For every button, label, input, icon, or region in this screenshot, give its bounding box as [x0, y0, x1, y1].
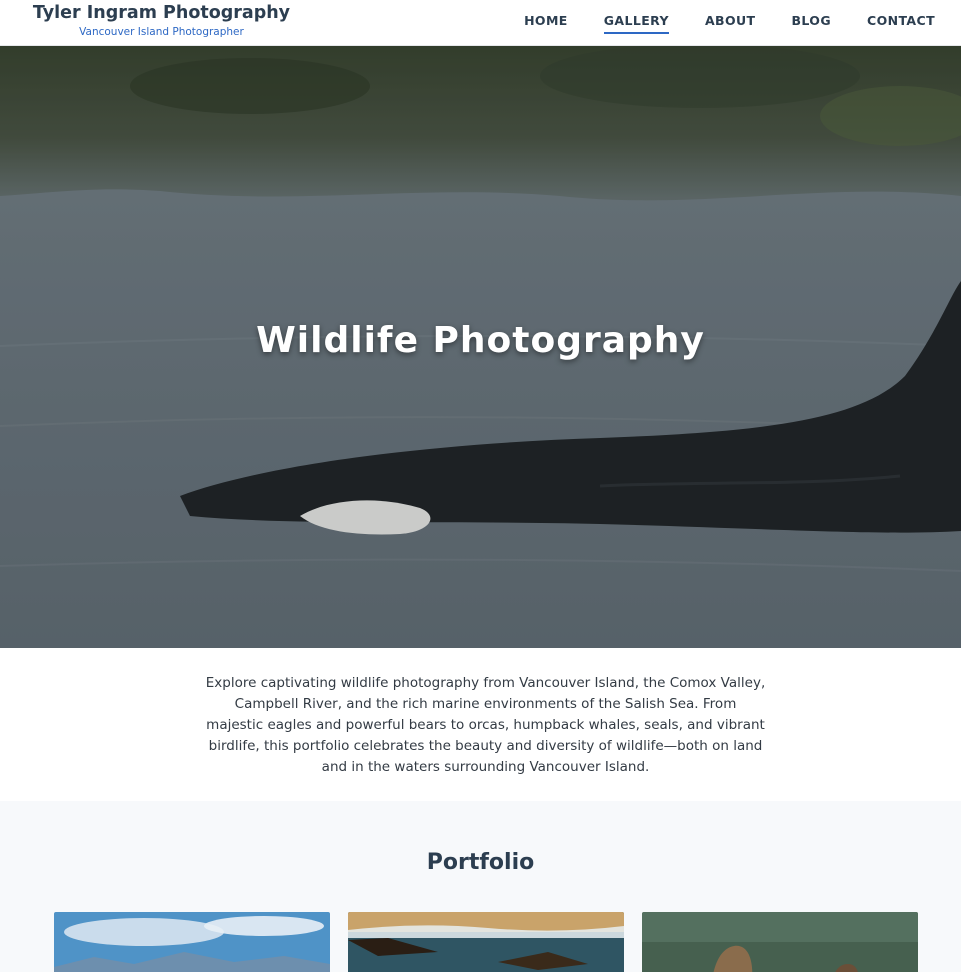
nav-gallery[interactable]: GALLERY — [603, 13, 669, 34]
hero-banner: Wildlife Photography — [0, 46, 961, 648]
sea-lions-on-rocks-photo — [642, 912, 918, 972]
eagle-over-water-photo — [348, 912, 624, 972]
nav-contact[interactable]: CONTACT — [867, 13, 935, 34]
hero-title: Wildlife Photography — [256, 320, 705, 361]
intro-section: Explore captivating wildlife photography… — [0, 648, 961, 801]
nav-home[interactable]: HOME — [524, 13, 568, 34]
portfolio-heading: Portfolio — [426, 850, 535, 875]
portfolio-section: Portfolio — [0, 801, 961, 972]
portfolio-card-3[interactable] — [642, 912, 918, 972]
nav-blog[interactable]: BLOG — [791, 13, 831, 34]
brand[interactable]: Tyler Ingram Photography Vancouver Islan… — [29, 2, 294, 39]
main-nav: HOME GALLERY ABOUT BLOG CONTACT — [524, 13, 935, 34]
intro-text: Explore captivating wildlife photography… — [205, 675, 766, 775]
nav-about[interactable]: ABOUT — [705, 13, 756, 34]
brand-subtitle: Vancouver Island Photographer — [79, 26, 244, 38]
portfolio-card-2[interactable] — [348, 912, 624, 972]
portfolio-card-1[interactable] — [54, 912, 330, 972]
sky-clouds-mountains-photo — [54, 912, 330, 972]
site-header: Tyler Ingram Photography Vancouver Islan… — [0, 0, 961, 46]
brand-title[interactable]: Tyler Ingram Photography — [29, 2, 294, 24]
